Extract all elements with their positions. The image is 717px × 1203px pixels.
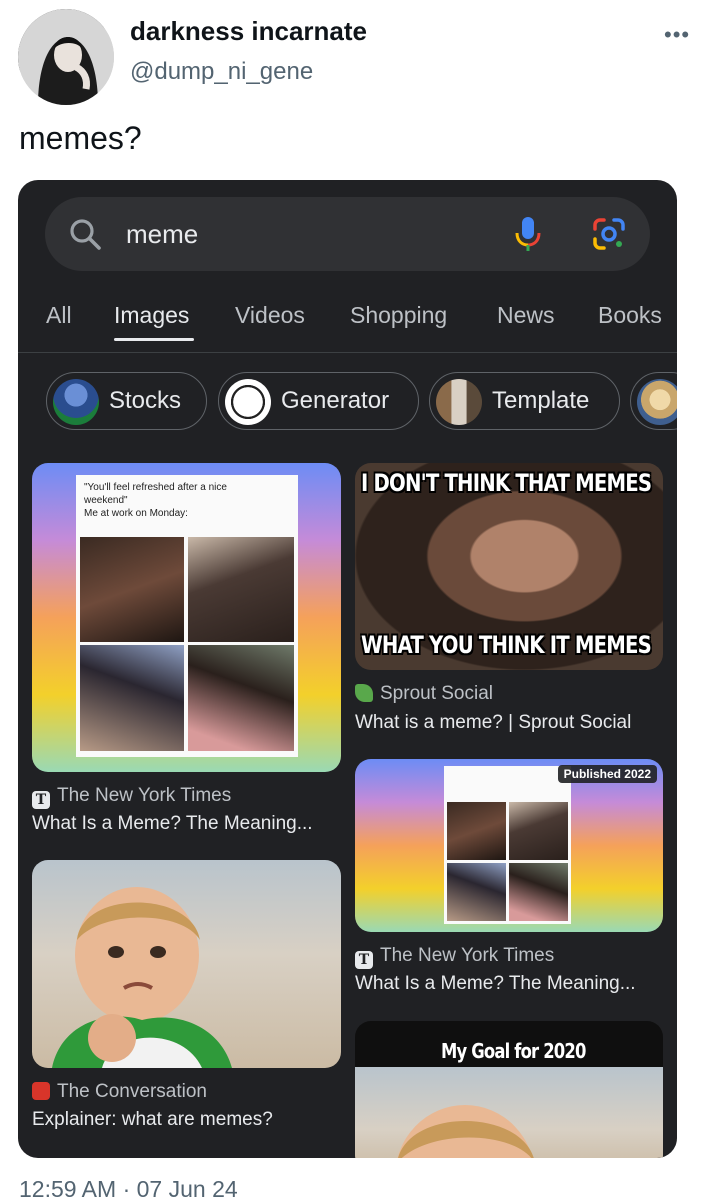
search-tabs: All Images Videos Shopping News Books [18, 280, 677, 353]
meme-bottom-text: WHAT YOU THINK IT MEMES [361, 631, 652, 659]
result-source[interactable]: T The New York Times [32, 785, 231, 809]
meme-photo [355, 1067, 663, 1158]
microphone-icon[interactable] [514, 215, 542, 253]
meme-photo [188, 645, 294, 751]
chip-label: Generator [281, 387, 390, 414]
source-name: The Conversation [57, 1081, 207, 1102]
chip-more[interactable] [630, 372, 677, 430]
the-conversation-logo-icon [32, 1082, 50, 1100]
search-bar[interactable]: meme [45, 197, 650, 271]
result-source[interactable]: T The New York Times [355, 945, 554, 969]
source-name: Sprout Social [380, 683, 494, 704]
tab-books[interactable]: Books [598, 302, 662, 329]
result-image-conversation[interactable] [32, 860, 341, 1068]
meme-caption: "You'll feel refreshed after a nice week… [84, 482, 227, 519]
tab-all[interactable]: All [46, 302, 72, 329]
nyt-logo-icon: T [32, 791, 50, 809]
success-kid-illustration [52, 887, 232, 1068]
result-title[interactable]: Explainer: what are memes? [32, 1109, 273, 1131]
published-badge: Published 2022 [557, 765, 657, 783]
display-name[interactable]: darkness incarnate [130, 16, 367, 47]
handle[interactable]: @dump_ni_gene [130, 58, 313, 86]
tweet-text: memes? [19, 120, 142, 156]
tab-images[interactable]: Images [114, 302, 189, 329]
result-image-nyt-2[interactable]: Published 2022 [355, 759, 663, 932]
tab-news[interactable]: News [497, 302, 555, 329]
meme-top-text: My Goal for 2020 [441, 1039, 586, 1063]
screenshot-image[interactable]: meme All Images Videos Shopping News Boo… [18, 180, 677, 1158]
result-image-sprout[interactable]: I DON'T THINK THAT MEMES WHAT YOU THINK … [355, 463, 663, 670]
meme-top-text: I DON'T THINK THAT MEMES [361, 469, 652, 497]
tab-shopping[interactable]: Shopping [350, 302, 447, 329]
tab-videos[interactable]: Videos [235, 302, 305, 329]
meme-photo [80, 645, 184, 751]
meme-photo [188, 537, 294, 642]
meme-photo [447, 802, 506, 860]
chip-thumbnail [225, 379, 271, 425]
chip-thumbnail [637, 379, 677, 425]
search-icon [70, 219, 101, 250]
google-lens-icon[interactable] [592, 217, 626, 251]
chip-thumbnail [436, 379, 482, 425]
result-source[interactable]: The Conversation [32, 1081, 207, 1103]
nyt-logo-icon: T [355, 951, 373, 969]
meme-photo [80, 537, 184, 642]
chip-label: Stocks [109, 387, 182, 414]
result-title[interactable]: What is a meme? | Sprout Social [355, 712, 631, 734]
result-title[interactable]: What Is a Meme? The Meaning... [32, 813, 313, 835]
meme-photo [509, 863, 568, 921]
chip-generator[interactable]: Generator [218, 372, 419, 430]
result-title[interactable]: What Is a Meme? The Meaning... [355, 973, 636, 995]
meme-paper: "You'll feel refreshed after a nice week… [76, 475, 298, 757]
tweet-timestamp[interactable]: 12:59 AM · 07 Jun 24 [19, 1176, 238, 1203]
active-tab-indicator [114, 338, 194, 341]
meme-photo [447, 863, 506, 921]
chip-label: Template [492, 387, 590, 414]
result-image-nyt[interactable]: "You'll feel refreshed after a nice week… [32, 463, 341, 772]
source-name: The New York Times [57, 785, 232, 806]
source-name: The New York Times [380, 945, 555, 966]
chip-thumbnail [53, 379, 99, 425]
search-input[interactable]: meme [126, 219, 198, 250]
avatar[interactable] [18, 9, 114, 105]
meme-paper [444, 766, 571, 924]
sprout-social-logo-icon [355, 684, 373, 702]
result-source[interactable]: Sprout Social [355, 683, 493, 705]
result-image-goal[interactable]: My Goal for 2020 [355, 1021, 663, 1158]
more-options-icon[interactable]: ••• [664, 22, 690, 48]
chip-stocks[interactable]: Stocks [46, 372, 207, 430]
chip-template[interactable]: Template [429, 372, 620, 430]
meme-photo [509, 802, 568, 860]
